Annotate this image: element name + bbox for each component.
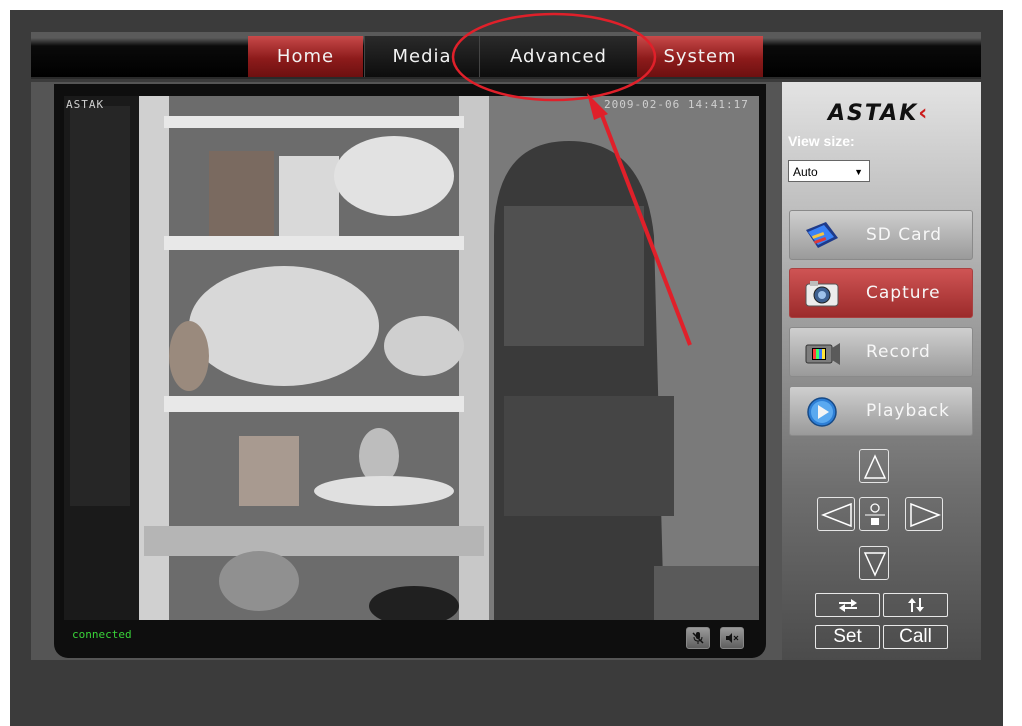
- highlight-ellipse: [451, 12, 657, 102]
- annotation-overlay: [451, 12, 692, 346]
- annotation-arrow-shaft: [598, 109, 692, 346]
